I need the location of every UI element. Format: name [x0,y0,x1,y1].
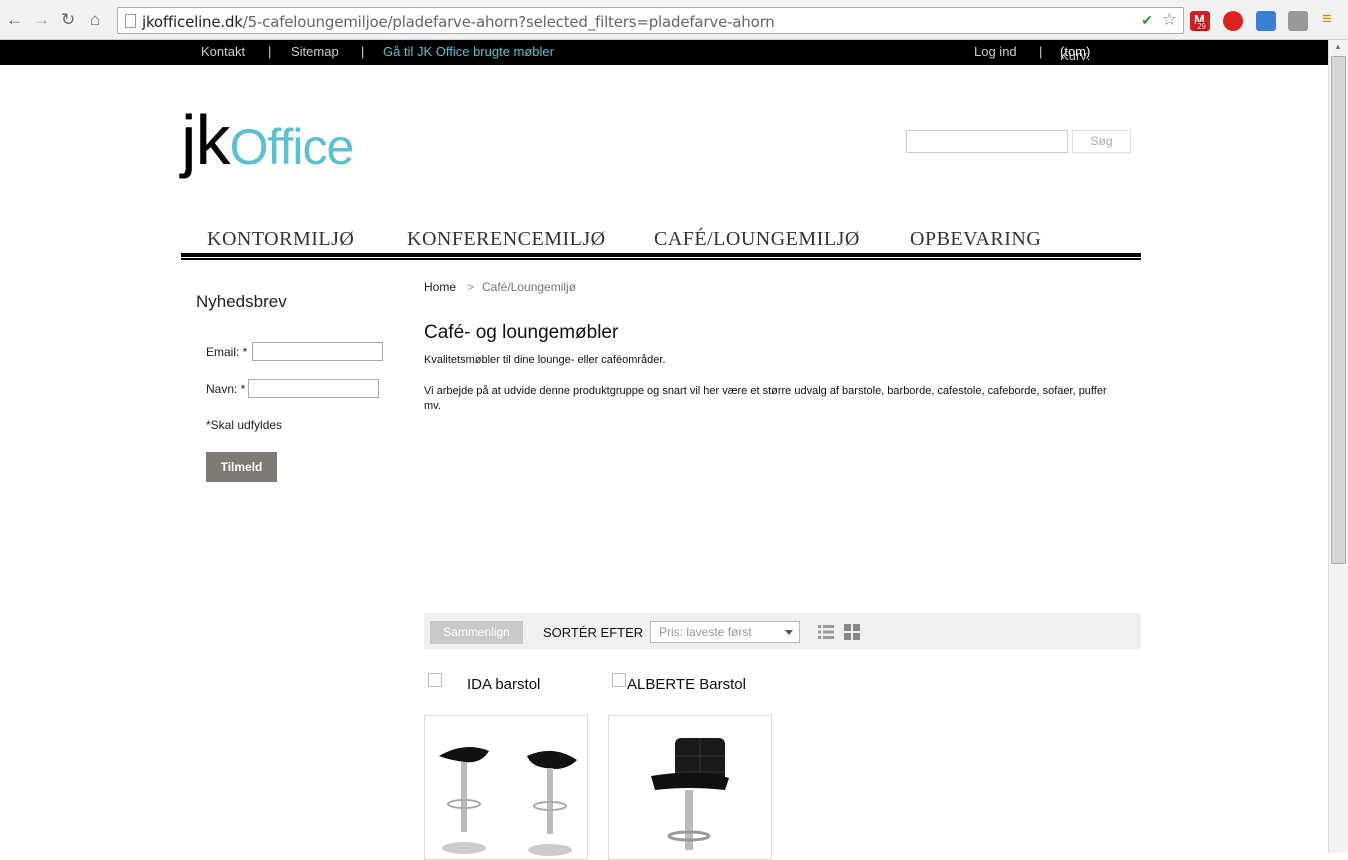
home-icon[interactable]: ⌂ [90,10,100,30]
product-image-alberte[interactable] [608,715,772,860]
scroll-up-icon[interactable]: ▲ [1334,42,1342,51]
name-label: Navn: * [206,382,246,396]
breadcrumb-current: Café/Loungemiljø [482,280,577,294]
sort-selected-value: Pris: laveste først [659,625,752,639]
nav-divider [181,253,1141,257]
forward-icon[interactable]: → [33,10,50,30]
compare-button[interactable]: Sammenlign [430,621,523,644]
nav-konferencemiljo[interactable]: KONFERENCEMILJØ [407,228,606,251]
topbar-separator: | [268,44,272,59]
nav-kontormiljo[interactable]: KONTORMILJØ [207,228,354,251]
logo-text-office: Office [229,119,355,175]
topbar-separator: | [1039,44,1043,59]
chevron-down-icon [785,630,793,635]
gmail-extension-icon[interactable]: M 29 [1190,11,1210,31]
search-button[interactable]: Søg [1072,130,1131,153]
search-input[interactable] [906,130,1068,153]
page-icon [125,14,136,28]
breadcrumb-home[interactable]: Home [424,280,456,294]
adblock-extension-icon[interactable] [1223,11,1243,31]
scrollbar-thumb[interactable] [1331,56,1346,564]
category-description: Vi arbejde på at udvide denne produktgru… [424,385,1107,412]
browser-toolbar: ← → ↻ ⌂ jkofficeline.dk/5-cafeloungemilj… [0,0,1348,40]
barstool-pair-image [439,747,577,856]
topbar-link-kontakt[interactable]: Kontakt [201,44,245,59]
category-intro: Kvalitetsmøbler til dine lounge- eller c… [424,354,666,366]
topbar-link-sitemap[interactable]: Sitemap [291,44,339,59]
cart-link[interactable]: Kurv: (tom) [1060,44,1090,63]
logo-text-jk: jk [181,101,231,179]
sort-label: SORTÉR EFTER [543,625,644,640]
compare-checkbox[interactable] [428,673,442,687]
list-view-icon[interactable] [818,624,834,640]
calendar-extension-icon[interactable] [1256,11,1276,31]
page-scrollbar[interactable]: ▲ [1328,40,1348,853]
page-title: Café- og loungemøbler [424,322,619,343]
topbar-link-used-furniture[interactable]: Gå til JK Office brugte møbler [383,44,554,59]
product-name[interactable]: ALBERTE Barstol [627,676,746,693]
topbar-separator: | [361,44,365,59]
back-icon[interactable]: ← [6,10,23,30]
site-topbar: Kontakt | Sitemap | Gå til JK Office bru… [0,40,1328,65]
url-text: jkofficeline.dk/5-cafeloungemiljoe/plade… [142,13,775,31]
puzzle-extension-icon[interactable] [1288,11,1308,31]
required-note: *Skal udfyldes [206,418,283,432]
nav-cafe-loungemiljo[interactable]: CAFÉ/LOUNGEMILJØ [654,228,860,251]
login-link[interactable]: Log ind [974,44,1017,59]
sort-select[interactable]: Pris: laveste først [650,621,800,643]
bookmark-star-icon[interactable]: ☆ [1162,10,1177,30]
email-field[interactable] [252,342,383,361]
menu-icon[interactable]: ≡ [1322,9,1332,29]
email-label: Email: * [206,345,248,359]
site-logo[interactable]: jkOffice [181,100,355,180]
grid-view-icon[interactable] [844,624,860,640]
breadcrumb-separator: > [467,280,475,294]
address-bar[interactable]: jkofficeline.dk/5-cafeloungemiljoe/plade… [117,7,1184,34]
verified-icon: ✔ [1141,12,1153,28]
name-field[interactable] [248,379,379,398]
product-image-ida[interactable] [424,715,588,860]
reload-icon[interactable]: ↻ [61,10,75,30]
product-name[interactable]: IDA barstol [467,676,540,693]
nav-divider [181,258,1141,260]
nav-opbevaring[interactable]: OPBEVARING [910,228,1041,251]
compare-checkbox[interactable] [612,673,626,687]
newsletter-title: Nyhedsbrev [196,292,287,311]
product-toolbar: Sammenlign SORTÉR EFTER Pris: laveste fø… [424,613,1141,649]
barstool-image [651,738,729,850]
subscribe-button[interactable]: Tilmeld [206,452,277,482]
